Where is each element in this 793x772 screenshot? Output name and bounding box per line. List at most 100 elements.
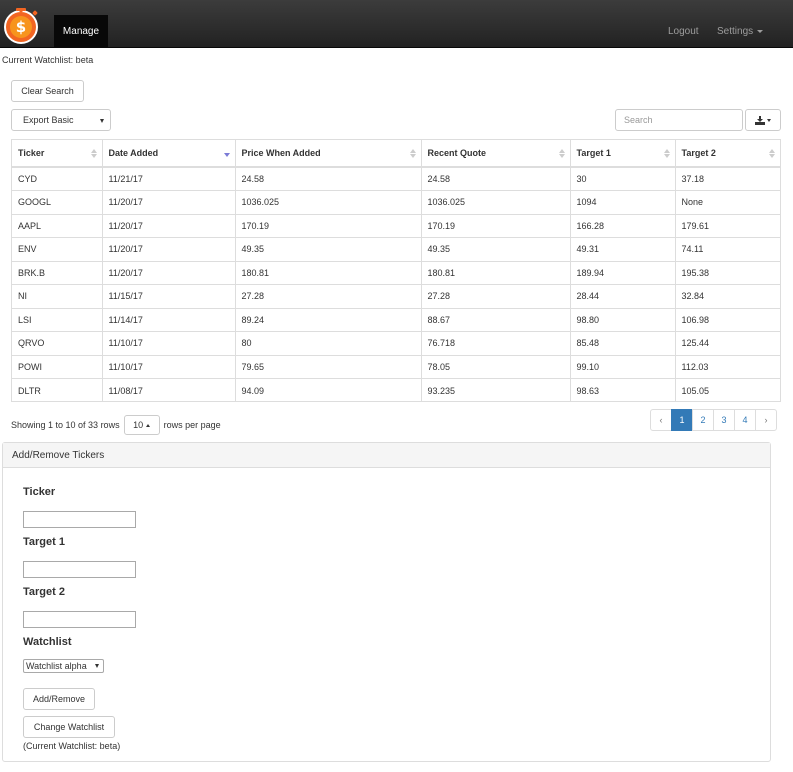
page-prev-button[interactable]: ‹ <box>650 409 672 431</box>
page-button-1[interactable]: 1 <box>671 409 693 431</box>
table-cell: AAPL <box>12 213 103 238</box>
sort-desc-icon <box>223 149 230 159</box>
table-cell: 125.44 <box>675 331 780 355</box>
table-cell: 78.05 <box>421 354 571 379</box>
table-cell: 88.67 <box>421 307 571 332</box>
change-watchlist-button[interactable]: Change Watchlist <box>23 716 115 738</box>
table-cell: 80 <box>235 331 422 355</box>
page-size-dropdown[interactable]: 10 <box>123 415 160 435</box>
caret-up-icon <box>146 423 151 427</box>
showing-text: Showing 1 to 10 of 33 rows <box>11 420 120 430</box>
sort-icon <box>769 149 775 159</box>
nav-settings-label: Settings <box>717 26 754 37</box>
page-next-button[interactable]: › <box>755 409 777 431</box>
table-row: AAPL 11/20/17 170.19 170.19 166.28 179.61 <box>12 213 780 238</box>
page-button-4[interactable]: 4 <box>734 409 756 431</box>
table-cell: 106.98 <box>675 307 780 332</box>
table-cell: 32.84 <box>675 284 780 308</box>
caret-down-icon <box>767 118 771 122</box>
table-cell: 112.03 <box>675 354 780 379</box>
add-remove-panel: Add/Remove Tickers Ticker Target 1 Targe… <box>2 442 771 762</box>
search-input[interactable]: Search <box>615 109 743 131</box>
table-cell: 94.09 <box>235 378 422 402</box>
current-watchlist-note: (Current Watchlist: beta) <box>23 741 121 751</box>
pagination-info: Showing 1 to 10 of 33 rows 10 rows per p… <box>11 415 221 435</box>
table-cell: GOOGL <box>12 190 103 214</box>
table-cell: 179.61 <box>675 213 780 238</box>
column-header-target-1[interactable]: Target 1 <box>570 140 676 168</box>
page-button-3[interactable]: 3 <box>713 409 735 431</box>
export-type-select[interactable]: Export Basic <box>11 109 111 131</box>
table-cell: 1036.025 <box>421 190 571 214</box>
table-cell: 195.38 <box>675 260 780 285</box>
table-cell: BRK.B <box>12 260 103 285</box>
table-row: POWI 11/10/17 79.65 78.05 99.10 112.03 <box>12 354 780 379</box>
watchlist-select-value: Watchlist alpha <box>26 661 87 671</box>
table-cell: 76.718 <box>421 331 571 355</box>
target2-label: Target 2 <box>23 586 65 598</box>
navbar: $ Manage Logout Settings <box>0 0 793 48</box>
table-cell: None <box>675 190 780 214</box>
table-cell: 24.58 <box>235 167 422 191</box>
nav-logout-label: Logout <box>668 26 699 37</box>
table-row: GOOGL 11/20/17 1036.025 1036.025 1094 None <box>12 190 780 214</box>
table-cell: 11/15/17 <box>102 284 236 308</box>
table-cell: DLTR <box>12 378 103 402</box>
column-header-ticker[interactable]: Ticker <box>12 140 103 168</box>
table-row: BRK.B 11/20/17 180.81 180.81 189.94 195.38 <box>12 260 780 285</box>
table-cell: 49.35 <box>421 237 571 261</box>
target2-input[interactable] <box>23 611 136 628</box>
current-watchlist-label: Current Watchlist: beta <box>2 55 94 65</box>
table-cell: 189.94 <box>570 260 676 285</box>
nav-manage[interactable]: Manage <box>54 15 108 48</box>
column-header-target-2[interactable]: Target 2 <box>675 140 780 168</box>
table-cell: 99.10 <box>570 354 676 379</box>
dollar-coin-icon[interactable]: $ <box>2 6 40 44</box>
table-cell: 11/20/17 <box>102 237 236 261</box>
page-button-2[interactable]: 2 <box>692 409 714 431</box>
column-header-recent-quote[interactable]: Recent Quote <box>421 140 571 168</box>
sort-icon <box>663 149 670 159</box>
add-remove-button[interactable]: Add/Remove <box>23 688 95 710</box>
table-cell: 166.28 <box>570 213 676 238</box>
table-cell: 11/10/17 <box>102 331 236 355</box>
sort-icon <box>558 149 565 159</box>
table-row: DLTR 11/08/17 94.09 93.235 98.63 105.05 <box>12 378 780 402</box>
table-cell: 170.19 <box>421 213 571 238</box>
nav-settings-dropdown[interactable]: Settings <box>717 15 764 48</box>
table-cell: 27.28 <box>235 284 422 308</box>
table-cell: 98.63 <box>570 378 676 402</box>
table-cell: 49.35 <box>235 237 422 261</box>
table-cell: ENV <box>12 237 103 261</box>
table-cell: 37.18 <box>681 174 705 184</box>
watchlist-table: Ticker Date Added Price When Added Recen… <box>11 139 781 402</box>
table-row: LSI 11/14/17 89.24 88.67 98.80 106.98 <box>12 307 780 332</box>
table-cell: 30 <box>570 167 676 191</box>
sort-icon <box>90 149 97 159</box>
nav-manage-label: Manage <box>62 26 100 37</box>
table-cell: 11/20/17 <box>102 213 236 238</box>
column-header-date-added[interactable]: Date Added <box>102 140 236 168</box>
export-button[interactable] <box>745 109 781 131</box>
table-cell: 11/21/17 <box>102 167 236 191</box>
sort-icon <box>409 149 416 159</box>
table-cell: 1094 <box>570 190 676 214</box>
pagination: ‹ 1 2 3 4 › <box>650 409 777 431</box>
table-cell: 170.19 <box>235 213 422 238</box>
table-cell: CYD <box>12 167 103 191</box>
table-cell: 27.28 <box>421 284 571 308</box>
table-cell: 28.44 <box>570 284 676 308</box>
target1-input[interactable] <box>23 561 136 578</box>
select-arrow-icon <box>95 664 99 668</box>
nav-logout[interactable]: Logout <box>668 15 699 48</box>
table-row: CYD 11/21/17 24.58 24.58 30 37.18 <box>12 167 780 191</box>
clear-search-button[interactable]: Clear Search <box>11 80 84 102</box>
table-cell: LSI <box>12 307 103 332</box>
table-cell: 11/20/17 <box>102 190 236 214</box>
watchlist-select[interactable]: Watchlist alpha <box>23 659 104 673</box>
select-arrow-icon <box>100 119 104 123</box>
table-cell: 24.58 <box>421 167 571 191</box>
ticker-input[interactable] <box>23 511 136 528</box>
column-header-price-when-added[interactable]: Price When Added <box>235 140 422 168</box>
table-cell: 79.65 <box>235 354 422 379</box>
